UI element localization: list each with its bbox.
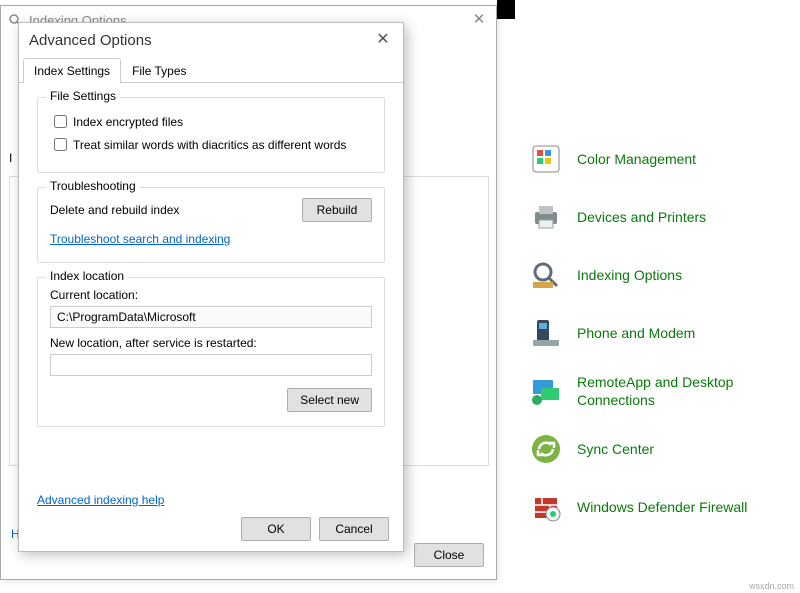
cp-item-indexing-options[interactable]: Indexing Options	[515, 246, 800, 304]
cp-item-color-management[interactable]: Color Management	[515, 130, 800, 188]
cancel-button[interactable]: Cancel	[319, 517, 389, 541]
cp-label: Devices and Printers	[577, 208, 706, 226]
file-settings-legend: File Settings	[46, 89, 120, 103]
index-location-group: Index location Current location: New loc…	[37, 277, 385, 427]
color-management-icon	[527, 140, 565, 178]
tab-content: File Settings Index encrypted files Trea…	[19, 83, 403, 455]
advanced-close-button[interactable]: ✕	[371, 29, 395, 51]
file-settings-group: File Settings Index encrypted files Trea…	[37, 97, 385, 173]
cp-item-sync-center[interactable]: Sync Center	[515, 420, 800, 478]
watermark: wsxdn.com	[749, 581, 794, 591]
ok-button[interactable]: OK	[241, 517, 311, 541]
cp-item-phone-modem[interactable]: Phone and Modem	[515, 304, 800, 362]
rebuild-description: Delete and rebuild index	[50, 203, 179, 217]
diacritics-checkbox[interactable]	[54, 138, 67, 151]
cp-label: RemoteApp and Desktop Connections	[577, 373, 788, 409]
advanced-options-titlebar: Advanced Options	[19, 23, 403, 57]
advanced-help-link[interactable]: Advanced indexing help	[37, 493, 164, 507]
control-panel-list: Color Management Devices and Printers In…	[515, 0, 800, 593]
printer-icon	[527, 198, 565, 236]
index-location-legend: Index location	[46, 269, 128, 283]
current-location-label: Current location:	[50, 288, 372, 302]
indexing-close-footer-button[interactable]: Close	[414, 543, 484, 567]
advanced-options-title: Advanced Options	[29, 32, 152, 49]
cp-item-firewall[interactable]: Windows Defender Firewall	[515, 478, 800, 536]
troubleshooting-legend: Troubleshooting	[46, 179, 140, 193]
sync-icon	[527, 430, 565, 468]
troubleshooting-group: Troubleshooting Delete and rebuild index…	[37, 187, 385, 263]
tab-index-settings[interactable]: Index Settings	[23, 58, 121, 83]
cp-label: Color Management	[577, 150, 696, 168]
rebuild-button[interactable]: Rebuild	[302, 198, 372, 222]
advanced-footer: OK Cancel	[241, 517, 389, 541]
current-location-field[interactable]	[50, 306, 372, 328]
cp-label: Indexing Options	[577, 266, 682, 284]
cp-item-devices-printers[interactable]: Devices and Printers	[515, 188, 800, 246]
remote-desktop-icon	[527, 372, 565, 410]
advanced-tabs: Index Settings File Types	[19, 57, 403, 83]
cp-label: Phone and Modem	[577, 324, 695, 342]
select-new-button[interactable]: Select new	[287, 388, 372, 412]
index-encrypted-label: Index encrypted files	[73, 115, 183, 129]
cp-label: Sync Center	[577, 440, 654, 458]
firewall-icon	[527, 488, 565, 526]
diacritics-label: Treat similar words with diacritics as d…	[73, 138, 346, 152]
indexing-close-button[interactable]: ✕	[468, 10, 490, 30]
phone-icon	[527, 314, 565, 352]
new-location-label: New location, after service is restarted…	[50, 336, 372, 350]
tab-file-types[interactable]: File Types	[121, 58, 197, 83]
cp-label: Windows Defender Firewall	[577, 498, 747, 516]
cp-item-remoteapp[interactable]: RemoteApp and Desktop Connections	[515, 362, 800, 420]
new-location-field[interactable]	[50, 354, 372, 376]
truncated-label: I	[9, 151, 12, 165]
advanced-options-dialog: Advanced Options ✕ Index Settings File T…	[18, 22, 404, 552]
indexing-icon	[527, 256, 565, 294]
troubleshoot-link[interactable]: Troubleshoot search and indexing	[50, 232, 230, 246]
index-encrypted-checkbox[interactable]	[54, 115, 67, 128]
